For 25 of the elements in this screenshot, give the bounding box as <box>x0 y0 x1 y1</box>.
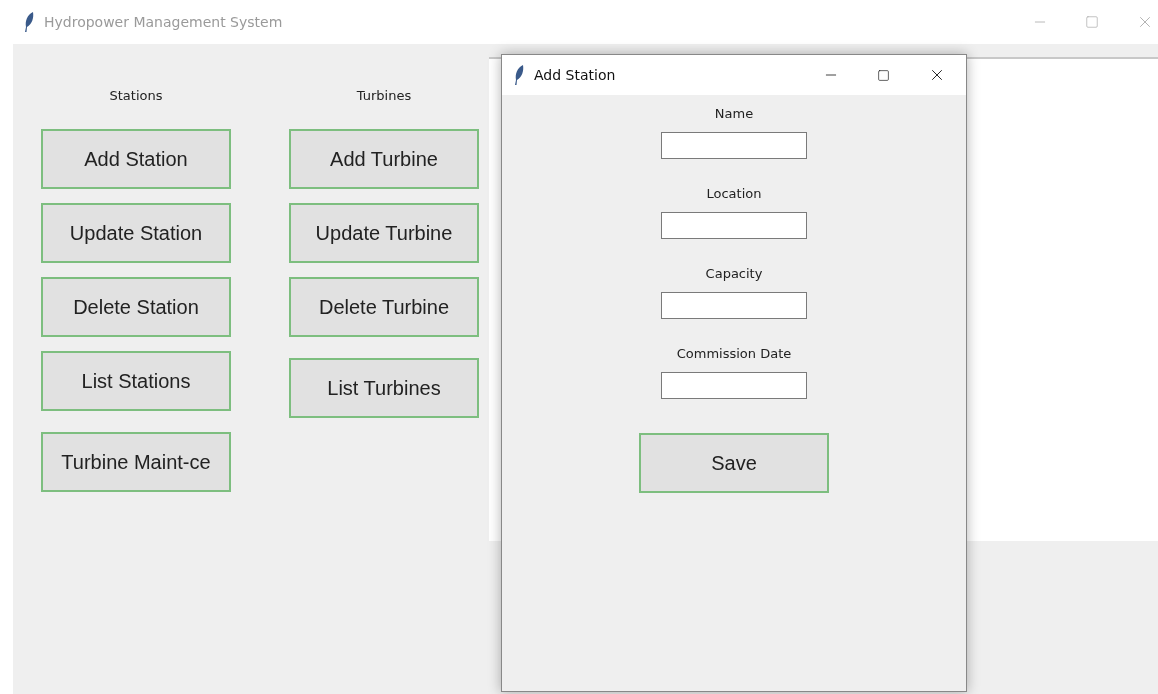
field-label: Commission Date <box>676 346 792 363</box>
input-field[interactable] <box>661 292 807 319</box>
action-button[interactable]: List Stations <box>41 351 231 411</box>
field-label: Capacity <box>705 266 763 283</box>
action-button[interactable]: Update Station <box>41 203 231 263</box>
maximize-icon[interactable] <box>877 68 890 82</box>
action-button[interactable]: Delete Station <box>41 277 231 337</box>
action-button[interactable]: List Turbines <box>289 358 479 418</box>
save-button[interactable]: Save <box>639 433 829 493</box>
action-button[interactable]: Add Station <box>41 129 231 189</box>
action-button[interactable]: Turbine Maint-ce <box>41 432 231 492</box>
column-heading: Stations <box>109 88 163 105</box>
input-field[interactable] <box>661 212 807 239</box>
window-title: Hydropower Management System <box>44 14 283 30</box>
feather-icon <box>24 12 34 32</box>
action-button[interactable]: Update Turbine <box>289 203 479 263</box>
field-label: Location <box>706 186 762 203</box>
column-heading: Turbines <box>356 88 412 105</box>
action-button[interactable]: Delete Turbine <box>289 277 479 337</box>
input-field[interactable] <box>661 372 807 399</box>
input-field[interactable] <box>661 132 807 159</box>
field-label: Name <box>714 106 754 123</box>
feather-icon <box>514 65 524 85</box>
action-button[interactable]: Add Turbine <box>289 129 479 189</box>
dialog-title: Add Station <box>534 67 616 83</box>
